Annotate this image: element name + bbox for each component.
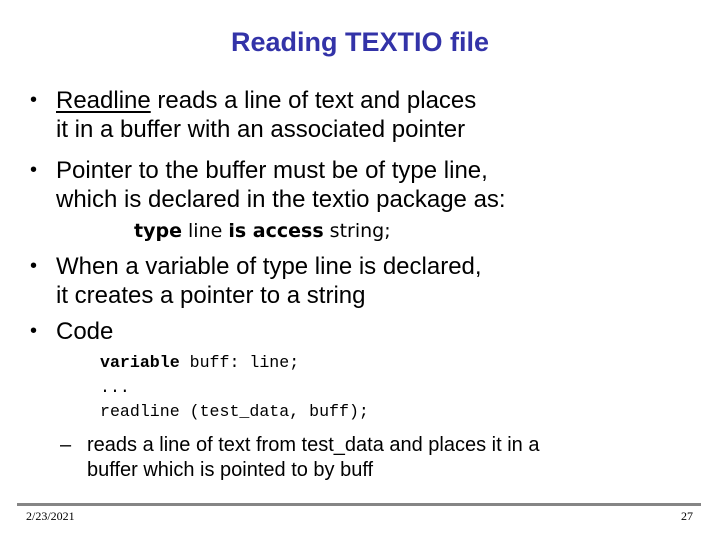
- bullet-line-rest: reads a line of text and places: [150, 87, 477, 114]
- readline-term: Readline: [56, 87, 151, 114]
- sub-bullet-text: reads a line of text from test_data and …: [87, 433, 539, 483]
- bullet-text: When a variable of type line is declared…: [56, 252, 482, 310]
- bullet-line: it in a buffer with an associated pointe…: [56, 116, 466, 143]
- bullet-text: Pointer to the buffer must be of type li…: [56, 156, 506, 214]
- keyword-is-access: is access: [228, 220, 324, 242]
- bullet-line: Pointer to the buffer must be of type li…: [56, 157, 488, 184]
- bullet-line: Code: [56, 318, 114, 345]
- type-declaration: type line is access string;: [134, 218, 391, 244]
- bullet-marker: •: [30, 159, 38, 181]
- code-keyword-variable: variable: [100, 353, 180, 372]
- bullet-marker: •: [30, 320, 38, 342]
- sub-bullet-line: reads a line of text from test_data and …: [87, 434, 540, 456]
- code-line-rest: buff: line;: [179, 353, 300, 372]
- identifier-line: line: [181, 220, 229, 242]
- bullet-line: which is declared in the textio package …: [56, 186, 506, 213]
- bullet-line: it creates a pointer to a string: [56, 282, 366, 309]
- footer-date: 2/23/2021: [26, 509, 75, 523]
- code-line: readline (test_data, buff);: [100, 402, 369, 421]
- slide-number: 27: [681, 509, 693, 523]
- slide-title: Reading TEXTIO file: [230, 27, 490, 57]
- bullet-line: Readline reads a line of text and places: [56, 86, 476, 115]
- sub-bullet-marker: –: [60, 434, 72, 456]
- identifier-string: string;: [323, 220, 391, 242]
- keyword-type: type: [134, 220, 182, 242]
- code-line: ...: [100, 377, 130, 397]
- bullet-marker: •: [30, 255, 38, 277]
- bullet-marker: •: [30, 89, 38, 111]
- bullet-text: Readline reads a line of text and places…: [56, 86, 476, 144]
- sub-bullet-line: buffer which is pointed to by buff: [87, 459, 374, 481]
- bullet-line: When a variable of type line is declared…: [56, 253, 482, 280]
- bullet-text: Code: [56, 317, 113, 346]
- footer-divider: [17, 503, 701, 506]
- code-block: variable buff: line;... readline (test_da…: [100, 351, 369, 425]
- code-line: variable buff: line;: [100, 351, 369, 376]
